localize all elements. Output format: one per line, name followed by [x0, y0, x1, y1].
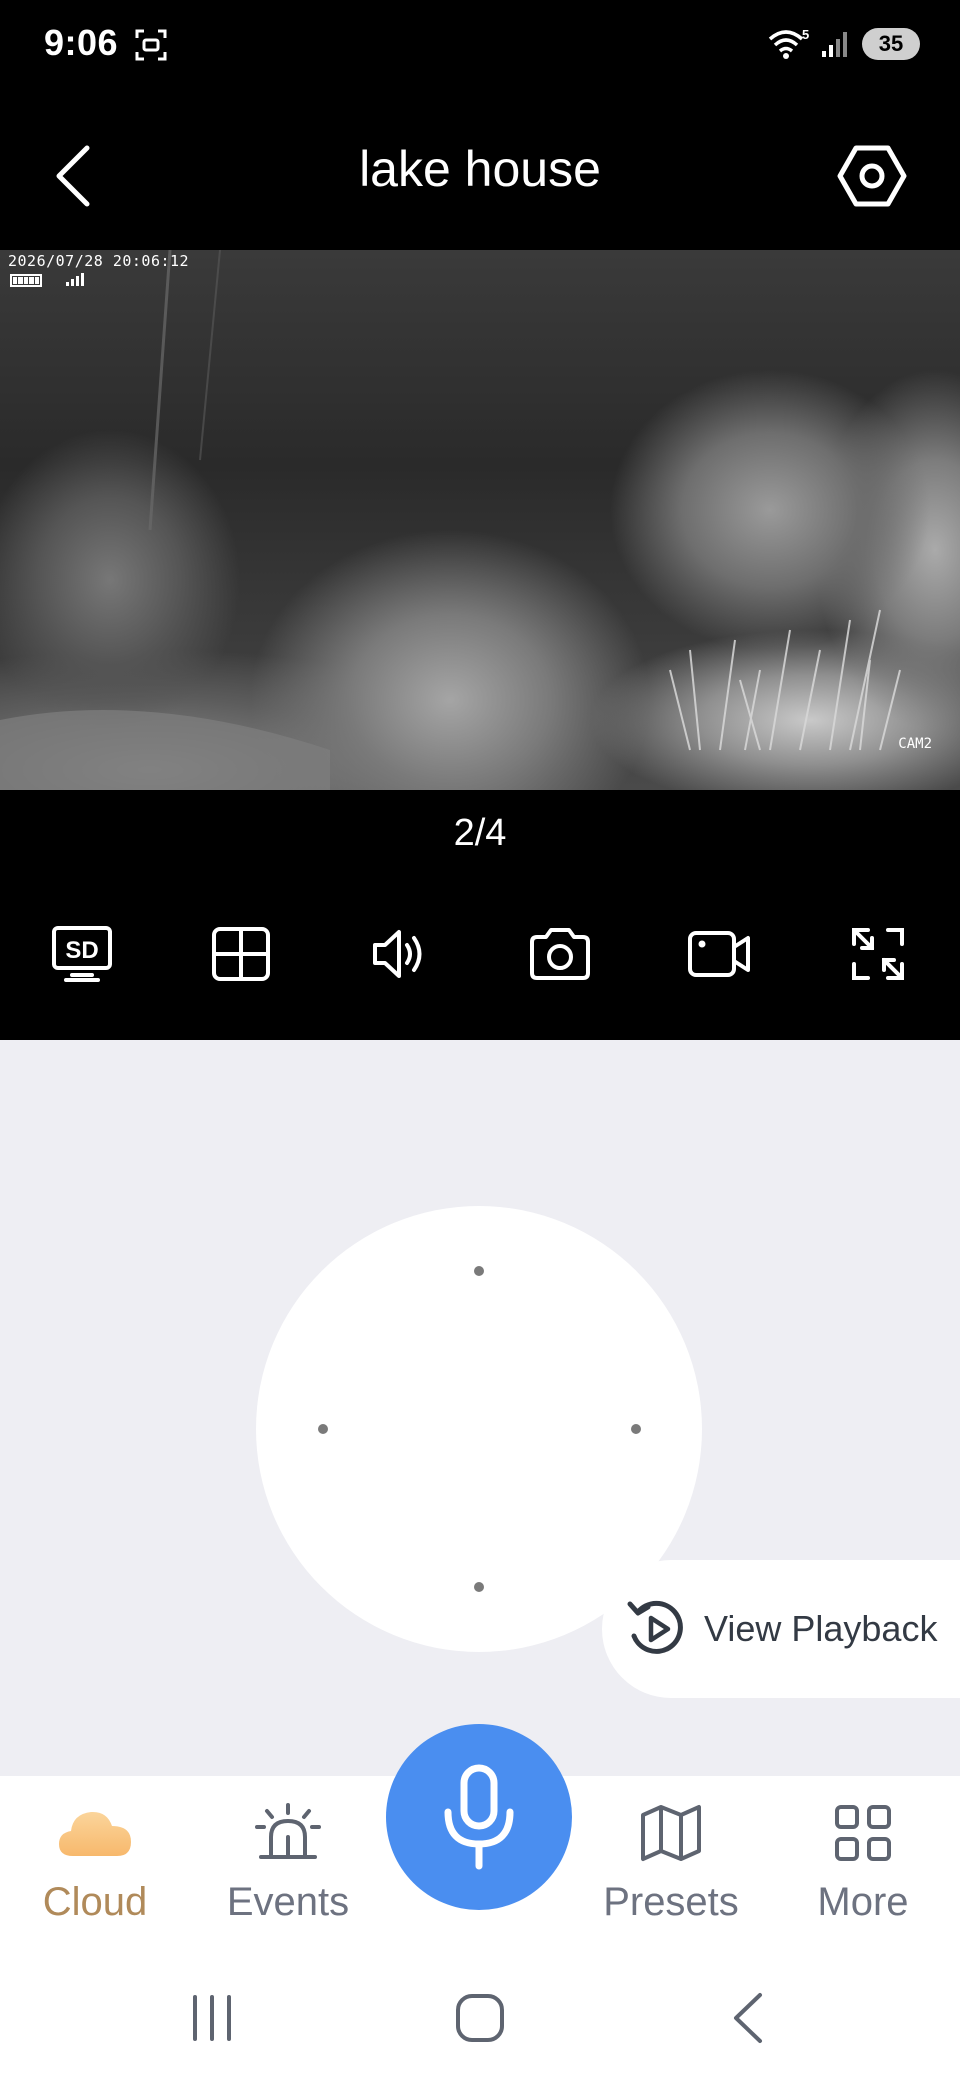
camera-page-indicator: 2/4	[453, 812, 507, 854]
nav-events-label: Events	[226, 1880, 350, 1924]
replay-icon	[627, 1600, 683, 1654]
ptz-down-indicator[interactable]	[474, 1582, 484, 1592]
nav-cloud[interactable]: Cloud	[10, 1798, 180, 1925]
camera-video-feed[interactable]: 2026/07/28 20:06:12 CAM2	[0, 250, 960, 790]
system-back-button[interactable]	[708, 1986, 788, 2050]
camera-label: CAM2	[898, 736, 932, 752]
signal-icon	[822, 32, 847, 57]
view-playback-label: View Playback	[704, 1608, 938, 1649]
system-navigation-bar	[0, 1956, 960, 2081]
hexagon-settings-icon	[837, 145, 907, 207]
map-icon	[641, 1805, 701, 1861]
status-bar: 9:06 5 35	[0, 0, 960, 88]
back-arrow-icon	[734, 1993, 762, 2043]
recent-apps-icon	[193, 1995, 231, 2041]
view-playback-button[interactable]: View Playback	[602, 1560, 960, 1698]
screenshot-indicator-icon	[134, 28, 168, 62]
video-toolbar: SD	[48, 920, 912, 988]
snapshot-button[interactable]	[526, 920, 594, 988]
ptz-right-indicator[interactable]	[631, 1424, 641, 1434]
microphone-icon	[444, 1764, 514, 1870]
video-scene	[0, 250, 901, 790]
audio-button[interactable]	[366, 920, 434, 988]
grid-icon	[212, 927, 271, 981]
camera-battery-icon	[10, 274, 42, 287]
video-timestamp: 2026/07/28 20:06:12	[8, 252, 190, 270]
ptz-panel: View Playback	[0, 1040, 960, 1776]
ptz-up-indicator[interactable]	[474, 1266, 484, 1276]
sd-label: SD	[65, 937, 98, 964]
nav-more[interactable]: More	[778, 1798, 948, 1925]
app-header: lake house	[0, 88, 960, 250]
nav-events[interactable]: Events	[203, 1798, 373, 1925]
wifi-badge: 5	[802, 27, 809, 42]
expand-icon	[851, 928, 904, 980]
status-time: 9:06	[44, 22, 119, 63]
split-view-button[interactable]	[207, 920, 275, 988]
record-button[interactable]	[685, 920, 753, 988]
recent-apps-button[interactable]	[172, 1986, 252, 2050]
alarm-siren-icon	[255, 1803, 321, 1859]
home-icon	[456, 1994, 504, 2042]
grid-four-icon	[835, 1805, 891, 1861]
fullscreen-button[interactable]	[844, 920, 912, 988]
camera-icon	[529, 928, 590, 980]
sd-quality-button[interactable]: SD	[48, 920, 116, 988]
status-indicators: 5 35	[766, 24, 920, 64]
settings-button[interactable]	[834, 140, 910, 212]
camera-signal-icon	[66, 272, 84, 286]
sd-monitor-icon: SD	[52, 926, 112, 982]
speaker-icon	[373, 930, 422, 978]
video-controls: 2/4 SD	[0, 790, 960, 1040]
talk-microphone-button[interactable]	[386, 1724, 572, 1910]
nav-presets-label: Presets	[603, 1880, 739, 1924]
wifi-icon: 5	[768, 27, 809, 59]
bottom-navigation: Cloud Events Presets More	[0, 1724, 960, 1956]
ptz-left-indicator[interactable]	[318, 1424, 328, 1434]
page-title: lake house	[359, 141, 601, 197]
video-camera-icon	[687, 931, 750, 977]
nav-presets[interactable]: Presets	[586, 1798, 756, 1925]
home-button[interactable]	[440, 1986, 520, 2050]
nav-more-label: More	[817, 1880, 909, 1924]
nav-cloud-label: Cloud	[42, 1880, 148, 1924]
battery-indicator: 35	[862, 28, 920, 60]
cloud-icon	[59, 1811, 131, 1856]
